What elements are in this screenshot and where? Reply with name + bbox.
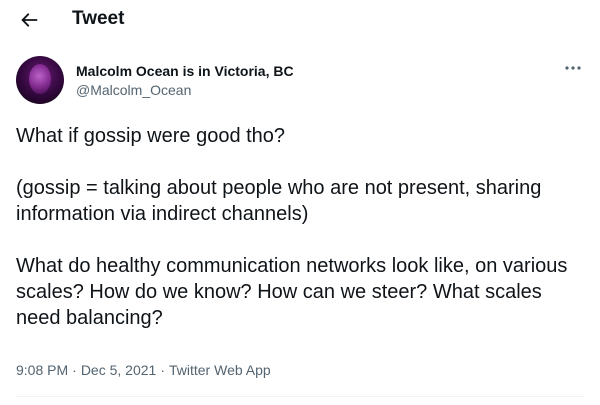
avatar[interactable] [16, 56, 64, 104]
page-title: Tweet [72, 8, 125, 29]
separator-dot: · [72, 362, 77, 378]
separator-dot: · [160, 362, 165, 378]
tweet-source-link[interactable]: Twitter Web App [169, 362, 271, 378]
tweet-text: What if gossip were good tho? (gossip = … [16, 123, 584, 331]
tweet-author: Malcolm Ocean is in Victoria, BC @Malcol… [16, 56, 584, 112]
back-button[interactable] [18, 9, 40, 31]
tweet-metadata: 9:08 PM · Dec 5, 2021 · Twitter Web App [16, 362, 271, 379]
tweet-paragraph: What do healthy communication networks l… [16, 255, 568, 329]
tweet-date-link[interactable]: Dec 5, 2021 [81, 362, 157, 378]
avatar-face [29, 64, 51, 94]
tweet-time-link[interactable]: 9:08 PM [16, 362, 68, 378]
author-handle[interactable]: @Malcolm_Ocean [76, 82, 191, 99]
more-horizontal-icon [565, 66, 581, 70]
more-options-button[interactable] [562, 60, 584, 76]
divider [16, 396, 584, 397]
tweet-paragraph: (gossip = talking about people who are n… [16, 177, 542, 225]
tweet-paragraph: What if gossip were good tho? [16, 125, 286, 147]
top-bar: Tweet [0, 0, 600, 40]
author-name[interactable]: Malcolm Ocean is in Victoria, BC [76, 63, 294, 80]
arrow-left-icon [21, 13, 38, 27]
